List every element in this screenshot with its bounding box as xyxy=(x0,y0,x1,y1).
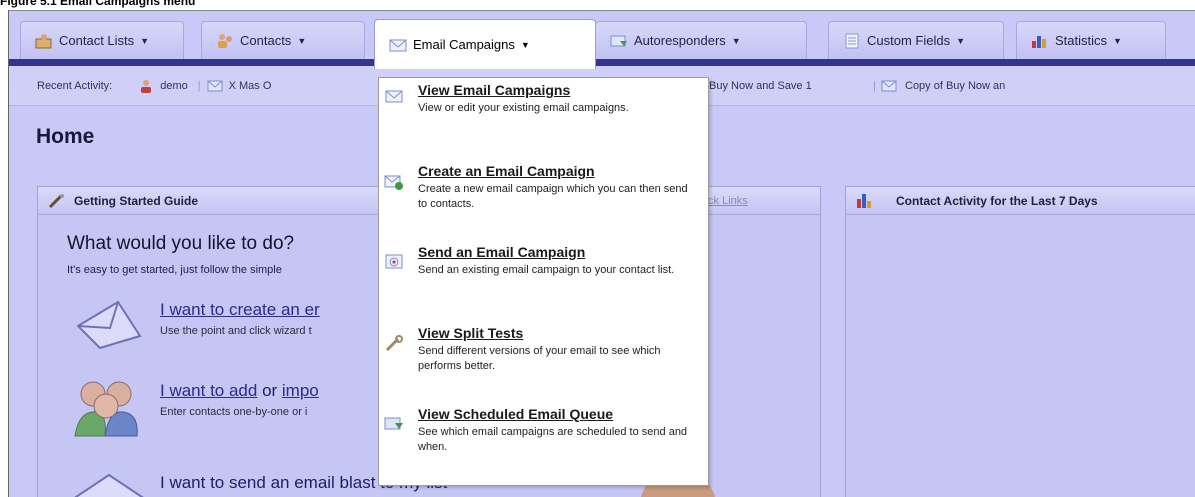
recent-item-xmas[interactable]: X Mas O xyxy=(207,79,272,93)
recent-item-copy[interactable]: Copy of Buy Now an xyxy=(881,79,1005,93)
envelope-icon xyxy=(207,80,223,91)
custom-fields-icon xyxy=(843,33,861,49)
menu-item-scheduled-queue[interactable]: View Scheduled Email Queue See which ema… xyxy=(379,406,708,455)
task-add-import-link[interactable]: I want to add or impo xyxy=(160,381,319,401)
recent-activity-label: Recent Activity: xyxy=(37,79,113,92)
task-add-title: I want to add xyxy=(160,381,258,400)
tab-label: Statistics xyxy=(1055,33,1108,48)
tab-autoresponders[interactable]: Autoresponders ▼ xyxy=(595,21,807,59)
menu-item-desc: See which email campaigns are scheduled … xyxy=(418,426,688,453)
menu-item-title: View Scheduled Email Queue xyxy=(418,406,614,422)
send-large-icon xyxy=(74,473,144,497)
menu-item-title: View Email Campaigns xyxy=(418,82,571,98)
envelope-icon xyxy=(389,37,407,53)
contacts-icon xyxy=(216,33,234,49)
tab-label: Autoresponders xyxy=(634,33,726,48)
menu-item-create-campaign[interactable]: Create an Email Campaign Create a new em… xyxy=(379,163,708,212)
getting-started-intro: It's easy to get started, just follow th… xyxy=(67,264,282,276)
recent-item-label: Copy of Buy Now an xyxy=(905,79,1006,92)
separator: | xyxy=(197,79,201,92)
tab-statistics[interactable]: Statistics ▼ xyxy=(1016,21,1166,59)
tab-label: Contact Lists xyxy=(59,33,135,48)
tab-label: Contacts xyxy=(240,33,292,48)
contact-icon xyxy=(141,79,152,93)
contact-activity-panel: Contact Activity for the Last 7 Days xyxy=(845,186,1195,497)
recent-item-buy-now[interactable]: Buy Now and Save 1 xyxy=(709,80,812,92)
main-nav: Contact Lists ▼ Contacts ▼ Email Campaig… xyxy=(9,11,1195,69)
chevron-down-icon: ▼ xyxy=(297,35,307,46)
tab-custom-fields[interactable]: Custom Fields ▼ xyxy=(828,21,1004,59)
chevron-down-icon: ▼ xyxy=(956,35,965,46)
nav-underline xyxy=(9,59,1195,66)
envelope-large-icon xyxy=(76,300,142,350)
tab-email-campaigns[interactable]: Email Campaigns ▼ xyxy=(374,19,596,69)
getting-started-question: What would you like to do? xyxy=(67,233,295,254)
envelope-icon xyxy=(385,90,403,103)
chart-icon xyxy=(857,193,871,208)
page-title: Home xyxy=(36,125,95,148)
recent-item-label: demo xyxy=(160,79,188,92)
menu-item-send-campaign[interactable]: Send an Email Campaign Send an existing … xyxy=(379,244,708,278)
chevron-down-icon: ▼ xyxy=(520,39,530,50)
contact-activity-header: Contact Activity for the Last 7 Days xyxy=(846,187,1195,215)
task-import-title: impo xyxy=(281,381,319,400)
tab-contact-lists[interactable]: Contact Lists ▼ xyxy=(20,21,184,59)
task-create-link[interactable]: I want to create an er xyxy=(160,300,320,320)
task-or-text: or xyxy=(257,381,282,400)
chevron-down-icon: ▼ xyxy=(731,35,741,46)
task-create-desc: Use the point and click wizard t xyxy=(160,325,312,337)
chevron-down-icon: ▼ xyxy=(1113,35,1122,46)
menu-item-title: View Split Tests xyxy=(418,325,524,341)
autoresponder-icon xyxy=(610,33,628,49)
envelope-add-icon xyxy=(384,175,403,190)
email-campaigns-menu: View Email Campaigns View or edit your e… xyxy=(378,77,709,486)
contact-activity-title: Contact Activity for the Last 7 Days xyxy=(896,193,1098,208)
tab-label: Email Campaigns xyxy=(413,37,515,52)
contact-lists-icon xyxy=(35,33,53,49)
menu-item-desc: Create a new email campaign which you ca… xyxy=(418,183,688,210)
recent-item-demo[interactable]: demo xyxy=(138,79,188,93)
tab-label: Custom Fields xyxy=(867,33,951,48)
figure-caption: Figure 5.1 Email Campaigns menu xyxy=(0,0,196,8)
menu-item-title: Create an Email Campaign xyxy=(418,163,595,179)
recent-item-label: X Mas O xyxy=(228,79,272,92)
tab-contacts[interactable]: Contacts ▼ xyxy=(201,21,365,59)
separator: | xyxy=(873,79,876,92)
contacts-large-icon xyxy=(74,381,138,437)
task-add-desc: Enter contacts one-by-one or i xyxy=(160,406,308,418)
app-frame: Contact Lists ▼ Contacts ▼ Email Campaig… xyxy=(8,10,1195,497)
menu-item-split-tests[interactable]: View Split Tests Send different versions… xyxy=(379,325,708,374)
wrench-icon xyxy=(385,335,403,352)
getting-started-title: Getting Started Guide xyxy=(74,193,199,208)
menu-item-desc: Send an existing email campaign to your … xyxy=(418,264,675,276)
wand-icon xyxy=(48,193,64,208)
recent-item-label: Buy Now and Save 1 xyxy=(709,79,812,92)
scheduled-envelope-icon xyxy=(384,417,403,430)
statistics-icon xyxy=(1031,33,1049,49)
envelope-icon xyxy=(881,80,897,91)
chevron-down-icon: ▼ xyxy=(140,35,150,46)
menu-item-title: Send an Email Campaign xyxy=(418,244,586,260)
send-envelope-icon xyxy=(385,254,403,269)
menu-item-view-campaigns[interactable]: View Email Campaigns View or edit your e… xyxy=(379,82,708,116)
menu-item-desc: Send different versions of your email to… xyxy=(418,345,661,372)
task-create-title: I want to create an er xyxy=(160,300,320,319)
menu-item-desc: View or edit your existing email campaig… xyxy=(418,102,629,114)
